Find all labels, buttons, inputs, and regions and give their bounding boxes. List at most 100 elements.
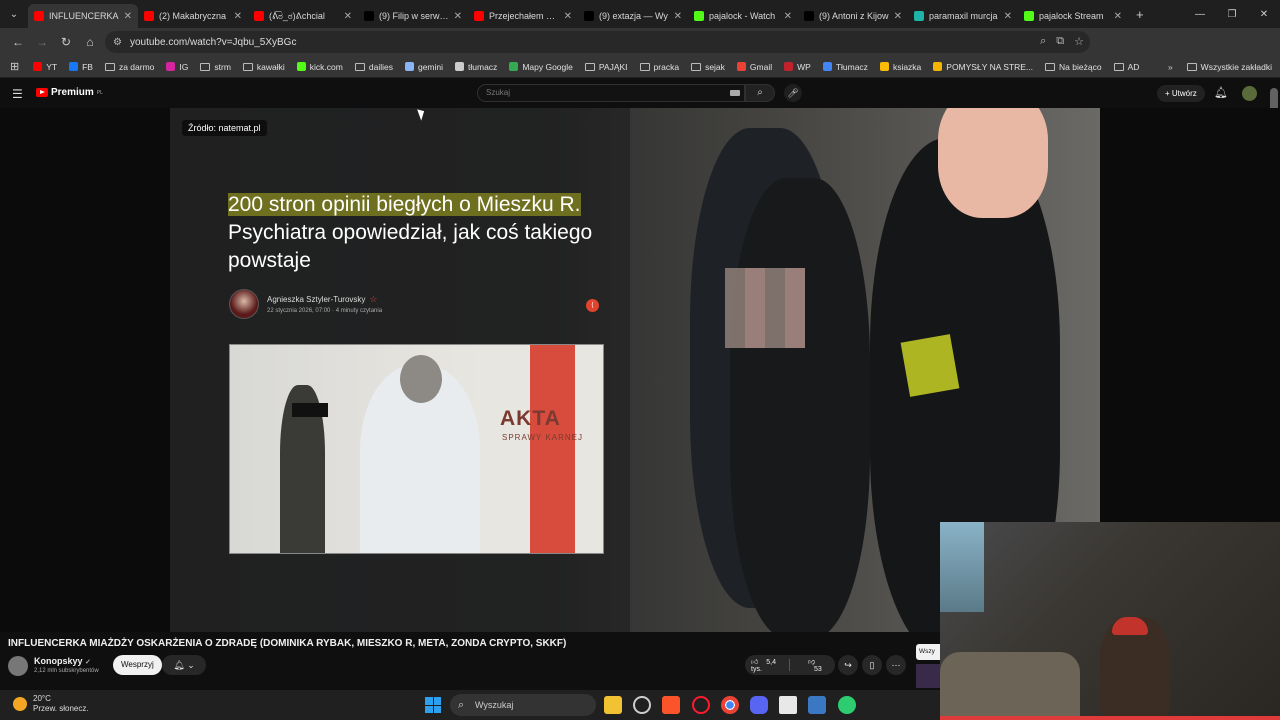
star-icon: ☆ xyxy=(369,294,378,304)
related-video-thumbnail[interactable] xyxy=(916,664,940,688)
chrome-icon[interactable] xyxy=(721,696,739,714)
browser-tab[interactable]: (9) Antoni z Kijow ✕ xyxy=(798,4,908,28)
discord-icon[interactable] xyxy=(750,696,768,714)
account-avatar[interactable] xyxy=(1242,86,1257,101)
paint-icon[interactable] xyxy=(808,696,826,714)
tab-close-icon[interactable]: ✕ xyxy=(674,11,682,22)
home-icon[interactable]: ⌂ xyxy=(78,35,102,49)
bookmark-item[interactable]: FB xyxy=(63,62,99,72)
bookmark-label: Tłumacz xyxy=(835,61,868,72)
browser-tab[interactable]: pajalock Stream ✕ xyxy=(1018,4,1128,28)
menu-hamburger-icon[interactable]: ☰ xyxy=(12,87,23,101)
restore-icon[interactable]: ❐ xyxy=(1216,0,1248,28)
bookmark-item[interactable]: AD xyxy=(1108,62,1146,72)
bookmark-item[interactable]: Mapy Google xyxy=(503,62,579,72)
browser-tab[interactable]: (2) Makabryczna ✕ xyxy=(138,4,248,28)
tab-close-icon[interactable]: ✕ xyxy=(1114,11,1122,22)
more-actions-icon[interactable]: ⋯ xyxy=(886,655,906,675)
back-icon[interactable]: ← xyxy=(6,35,30,49)
bookmark-item[interactable]: Na bieżąco xyxy=(1039,62,1108,72)
all-bookmarks[interactable]: Wszystkie zakładki xyxy=(1181,62,1280,72)
bookmark-item[interactable]: sejak xyxy=(685,62,731,72)
tab-close-icon[interactable]: ✕ xyxy=(344,11,352,22)
browser-tab[interactable]: Przejechałem Pol ✕ xyxy=(468,4,578,28)
taskbar-search[interactable]: Wyszukaj xyxy=(450,694,596,716)
minimize-icon[interactable]: — xyxy=(1184,0,1216,28)
youtube-logo[interactable]: Premium PL xyxy=(36,87,103,98)
opera-icon[interactable] xyxy=(692,696,710,714)
bookmark-item[interactable]: kawałki xyxy=(237,62,291,72)
forward-icon[interactable]: → xyxy=(30,35,54,49)
like-button[interactable]: 👍︎ 5,4 tys. xyxy=(745,657,789,673)
zoom-icon[interactable]: ⌕ xyxy=(1040,35,1046,48)
bookmark-item[interactable]: Gmail xyxy=(731,62,778,72)
windows-start-icon[interactable] xyxy=(425,697,441,713)
bookmark-item[interactable]: Tłumacz xyxy=(817,62,874,72)
tab-close-icon[interactable]: ✕ xyxy=(564,11,572,22)
tab-close-icon[interactable]: ✕ xyxy=(124,11,132,22)
bookmark-item[interactable]: strm xyxy=(194,62,237,72)
bookmark-item[interactable]: YT xyxy=(27,62,63,72)
tab-close-icon[interactable]: ✕ xyxy=(454,11,462,22)
bookmark-label: Na bieżąco xyxy=(1059,61,1102,72)
weather-widget[interactable]: 20°C Przew. słonecz. xyxy=(13,694,89,714)
site-info-icon[interactable]: ⚙ xyxy=(113,37,122,48)
save-icon[interactable]: ▯ xyxy=(862,655,882,675)
browser-tab[interactable]: (ᕕ͡ಠ_ಠ)ᕕchcial ✕ xyxy=(248,4,358,28)
subscription-bell-button[interactable]: 🔔︎ ⌄ xyxy=(162,655,206,675)
file-explorer-icon[interactable] xyxy=(604,696,622,714)
sun-icon xyxy=(13,697,27,711)
bookmark-item[interactable]: ksiazka xyxy=(874,62,927,72)
bookmark-item[interactable]: dailies xyxy=(349,62,399,72)
network-icon[interactable] xyxy=(838,696,856,714)
browser-tab[interactable]: INFLUENCERKA ✕ xyxy=(28,4,138,28)
tab-close-icon[interactable]: ✕ xyxy=(234,11,242,22)
youtube-play-icon xyxy=(36,88,48,97)
bookmark-star-icon[interactable]: ☆ xyxy=(1074,35,1084,48)
bookmark-item[interactable]: pracka xyxy=(634,62,686,72)
bookmark-item[interactable]: IG xyxy=(160,62,194,72)
browser-tab[interactable]: pajalock - Watch ✕ xyxy=(688,4,798,28)
browser-tab[interactable]: paramaxil murcja ✕ xyxy=(908,4,1018,28)
new-tab-button[interactable]: + xyxy=(1136,7,1144,22)
tab-search-icon[interactable]: ⌄ xyxy=(0,0,28,28)
bookmark-item[interactable]: za darmo xyxy=(99,62,160,72)
channel-avatar[interactable] xyxy=(8,656,28,676)
bookmark-item[interactable]: WP xyxy=(778,62,817,72)
tab-close-icon[interactable]: ✕ xyxy=(1004,11,1012,22)
reload-icon[interactable]: ↻ xyxy=(54,35,78,49)
window-controls: — ❐ ✕ xyxy=(1184,0,1280,28)
more-bookmarks-icon[interactable]: » xyxy=(1160,62,1181,72)
bookmark-item[interactable]: POMYSŁY NA STRE... xyxy=(927,62,1039,72)
browser-tab[interactable]: (9) extazja — Wy ✕ xyxy=(578,4,688,28)
dislike-button[interactable]: 👎︎ 53 xyxy=(802,657,835,673)
support-button[interactable]: Wesprzyj xyxy=(113,655,162,675)
keyboard-icon[interactable] xyxy=(730,90,740,96)
webcam-window xyxy=(940,522,984,612)
share-icon[interactable]: ↪ xyxy=(838,655,858,675)
browser-tab[interactable]: (9) Filip w serwisie ✕ xyxy=(358,4,468,28)
search-input[interactable]: Szukaj xyxy=(477,84,745,102)
bookmark-item[interactable]: kick.com xyxy=(291,62,349,72)
tab-close-icon[interactable]: ✕ xyxy=(784,11,792,22)
channel-name[interactable]: Konopskyy ✓ xyxy=(34,656,91,666)
search-button[interactable]: ⌕ xyxy=(745,84,775,102)
filter-chip-all[interactable]: Wszy xyxy=(916,644,940,660)
logo-text: Premium xyxy=(51,87,94,98)
bookmark-label: strm xyxy=(214,61,231,72)
bookmark-item[interactable]: PAJĄKI xyxy=(579,62,634,72)
apps-icon[interactable]: ⊞ xyxy=(0,60,27,73)
bookmark-item[interactable]: gemini xyxy=(399,62,449,72)
create-button[interactable]: + Utwórz xyxy=(1157,85,1205,102)
tab-close-icon[interactable]: ✕ xyxy=(894,11,902,22)
bookmark-item[interactable]: tłumacz xyxy=(449,62,503,72)
notifications-bell-icon[interactable]: 🔔︎ xyxy=(1214,86,1228,99)
settings-app-icon[interactable] xyxy=(633,696,651,714)
bookmark-list: YT FB za darmo IG strm kawałki kick.com dailies… xyxy=(27,62,1145,72)
obs-icon[interactable] xyxy=(779,696,797,714)
brave-browser-icon[interactable] xyxy=(662,696,680,714)
address-bar[interactable]: ⚙ youtube.com/watch?v=Jqbu_5XyBGc ⌕ ⧉ ☆ xyxy=(105,31,1090,53)
voice-search-icon[interactable]: 🎤︎ xyxy=(784,84,802,102)
install-icon[interactable]: ⧉ xyxy=(1056,35,1064,48)
close-window-icon[interactable]: ✕ xyxy=(1248,0,1280,28)
